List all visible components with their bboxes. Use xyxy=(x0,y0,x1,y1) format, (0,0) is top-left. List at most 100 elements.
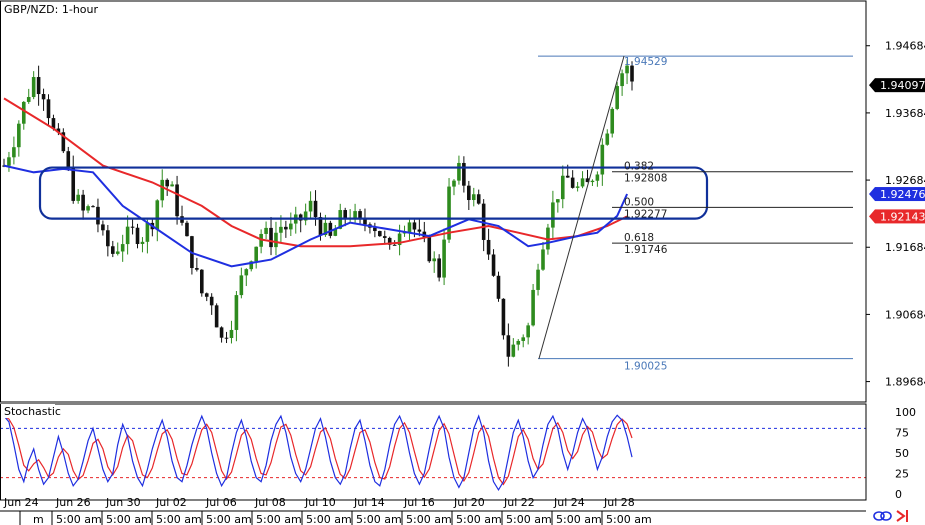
candle-body xyxy=(214,305,219,328)
candle-body xyxy=(264,227,268,234)
candle-body xyxy=(442,239,446,278)
candle-body xyxy=(620,73,624,87)
candle-body xyxy=(328,222,333,236)
candle-body xyxy=(41,94,46,100)
candle-body xyxy=(175,184,179,217)
candle-body xyxy=(106,230,110,247)
stoch-tick-label: 75 xyxy=(895,427,909,440)
candle-body xyxy=(274,232,278,248)
candle-body xyxy=(560,175,565,200)
candle-body xyxy=(590,180,595,183)
fib-ratio-label: 0.618 xyxy=(624,232,654,244)
candle-body xyxy=(31,77,36,98)
stoch-tick-label: 50 xyxy=(895,447,909,460)
fib-high-label: 1.94529 xyxy=(624,56,667,68)
candle-body xyxy=(496,275,501,299)
candle-body xyxy=(392,244,397,246)
price-tick-label: 1.91684 xyxy=(885,241,925,254)
price-tag-pointer xyxy=(869,187,875,202)
candle-body xyxy=(407,222,412,233)
candle-body xyxy=(536,269,540,290)
candle-body xyxy=(140,241,145,245)
date-label: Jul 28 xyxy=(603,496,635,509)
fib-ratio-label: 0.382 xyxy=(624,161,654,173)
time-label: 5:00 am xyxy=(256,513,302,525)
candle-body xyxy=(615,86,619,109)
link-icon[interactable] xyxy=(873,511,892,521)
candle-body xyxy=(160,179,165,201)
candle-body xyxy=(289,223,293,230)
time-label: 5:00 am xyxy=(306,513,352,525)
candle-body xyxy=(570,177,575,188)
candle-body xyxy=(476,194,481,204)
candle-body xyxy=(219,327,224,338)
candle-body xyxy=(17,123,21,148)
candle-body xyxy=(432,258,437,262)
candle-body xyxy=(521,337,526,341)
candle-body xyxy=(125,226,130,245)
candle-body xyxy=(541,249,545,270)
price-tick-label: 1.92684 xyxy=(885,174,925,187)
candle-body xyxy=(363,219,367,225)
candle-body xyxy=(452,180,456,187)
time-label: 5:00 am xyxy=(456,513,502,525)
candle-body xyxy=(66,151,71,167)
time-label: 5:00 am xyxy=(556,513,602,525)
candle-body xyxy=(506,335,511,357)
time-label: 5:00 am xyxy=(406,513,452,525)
price-tick-label: 1.89684 xyxy=(885,376,925,389)
fx-chart: 1.94529 1.90025 0.3821.92808 0.5001.92277 0.… xyxy=(0,0,925,525)
date-label: Jul 20 xyxy=(453,496,485,509)
candle-body xyxy=(580,178,585,187)
candle-body xyxy=(511,344,516,357)
candle-body xyxy=(313,200,318,218)
candle-body xyxy=(491,254,496,276)
candle-body xyxy=(115,251,120,254)
stochastic-panel xyxy=(0,414,866,492)
candle-body xyxy=(353,211,357,218)
candle-body xyxy=(516,340,521,345)
price-tick-label: 1.90684 xyxy=(885,308,925,321)
candle-body xyxy=(91,206,95,208)
candle-body xyxy=(531,289,535,326)
candle-body xyxy=(234,295,239,330)
candle-body xyxy=(165,179,169,187)
candle-body xyxy=(595,174,600,181)
candle-body xyxy=(551,202,555,228)
candle-body xyxy=(229,329,234,339)
candle-body xyxy=(81,194,85,211)
price-panel-border xyxy=(0,0,867,403)
candle-body xyxy=(575,186,580,188)
fib-ratio-label: 0.500 xyxy=(624,196,654,208)
candle-body xyxy=(204,293,209,297)
candle-body xyxy=(7,157,11,166)
candle-body xyxy=(318,217,323,236)
scroll-to-end-icon[interactable] xyxy=(896,510,908,522)
fib-value-label: 1.92277 xyxy=(624,208,667,220)
price-tag-label: 1.92476 xyxy=(880,188,925,201)
chart-title: GBP/NZD: 1-hour xyxy=(4,3,98,16)
price-tag-label: 1.92143 xyxy=(880,210,925,223)
date-label: Jul 22 xyxy=(503,496,535,509)
candle-body xyxy=(86,206,90,211)
time-label: 5:00 am xyxy=(356,513,402,525)
candle-body xyxy=(130,226,135,228)
date-label: Jun 24 xyxy=(3,496,39,509)
candle-body xyxy=(21,101,26,124)
candle-body xyxy=(26,97,31,102)
date-label: Jul 24 xyxy=(553,496,585,509)
candle-body xyxy=(378,231,382,237)
date-label: Jul 08 xyxy=(254,496,286,509)
candle-body xyxy=(467,185,471,201)
candle-body xyxy=(382,236,387,238)
candle-body xyxy=(239,275,244,296)
candle-body xyxy=(412,222,417,230)
candle-body xyxy=(195,268,199,270)
candle-body xyxy=(565,175,570,178)
price-panel: 1.94529 1.90025 0.3821.92808 0.5001.92277 0.… xyxy=(2,55,853,373)
stoch-tick-label: 0 xyxy=(895,488,902,501)
stoch-k-line xyxy=(3,414,633,492)
price-tick-label: 1.93684 xyxy=(885,107,925,120)
support-zone-box xyxy=(38,166,709,220)
candle-body xyxy=(185,222,189,237)
